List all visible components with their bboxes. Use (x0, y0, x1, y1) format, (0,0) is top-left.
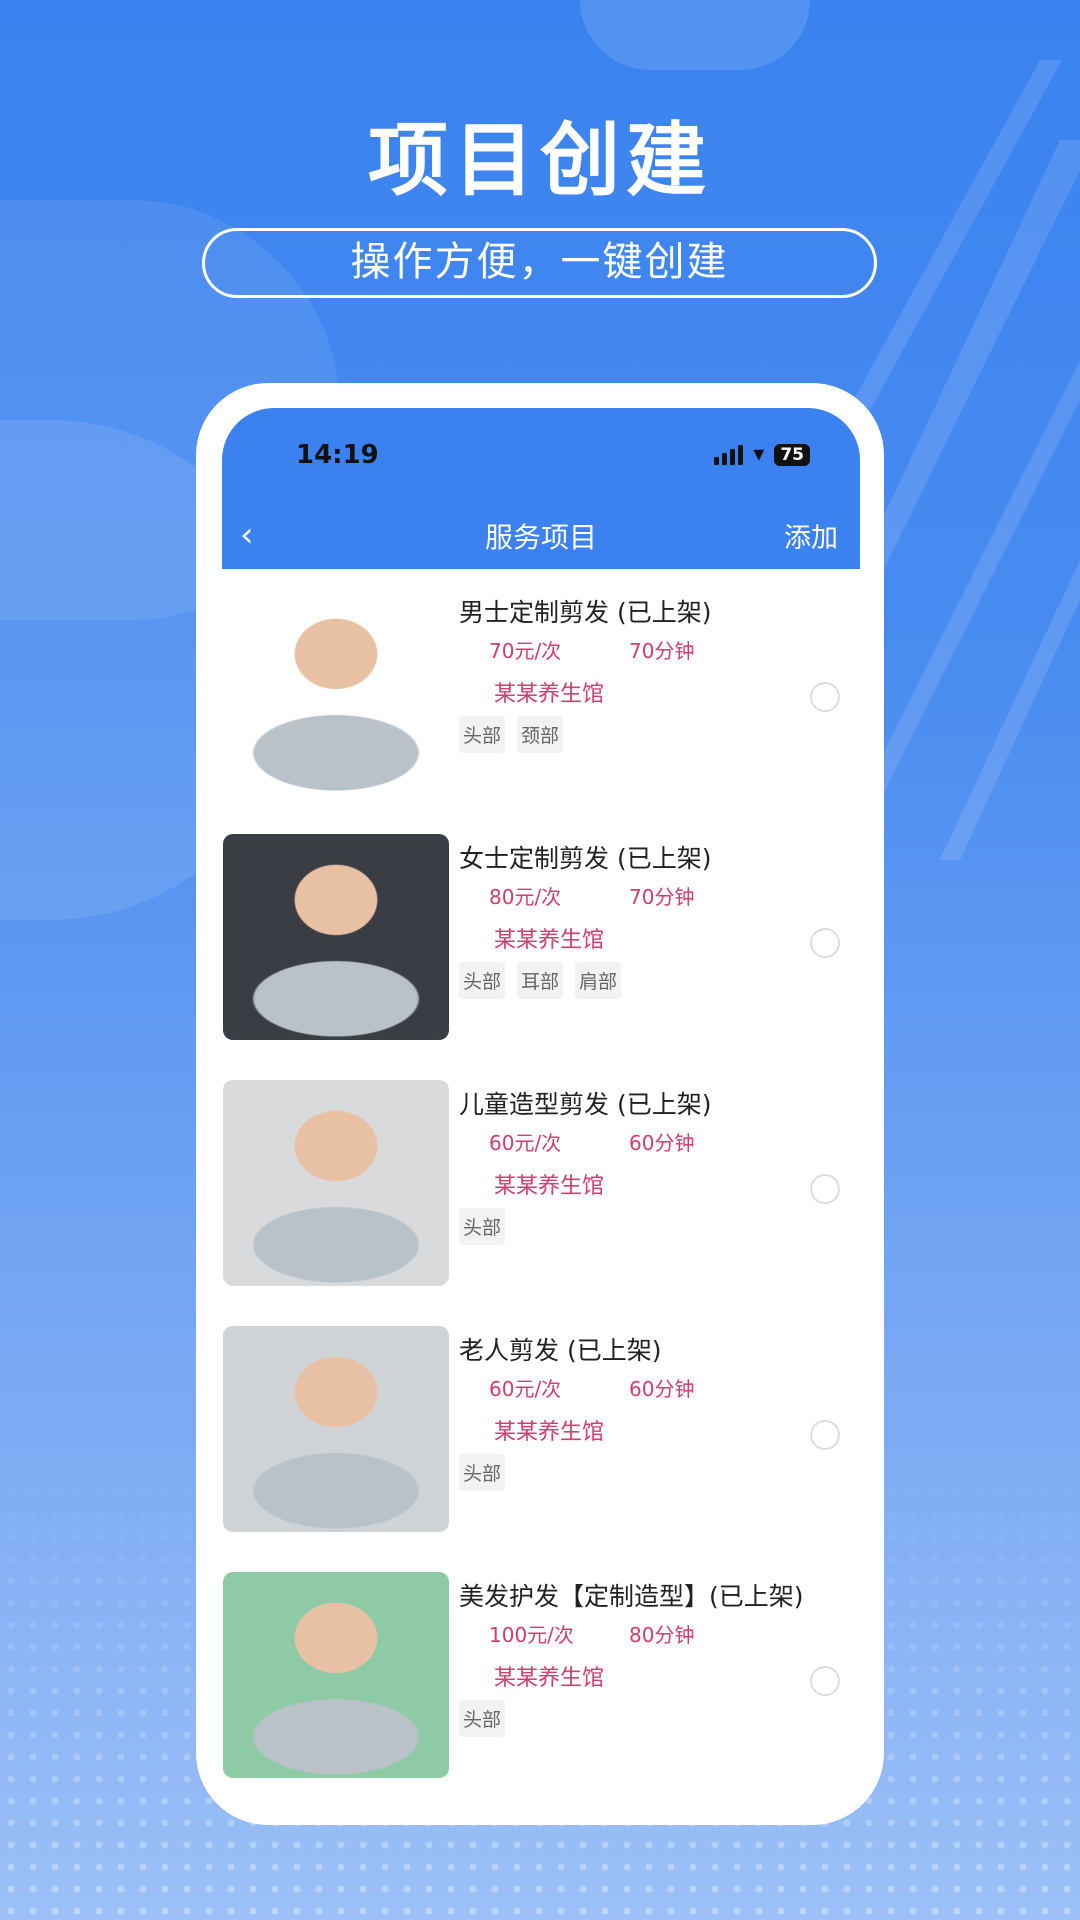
service-store: 某某养生馆 (494, 682, 605, 707)
service-title: 美发护发【定制造型】(已上架) (459, 1582, 804, 1611)
select-radio[interactable] (810, 928, 840, 958)
signal-icon (714, 444, 744, 465)
service-price: 80元/次 (489, 885, 562, 909)
service-tags: 头部 (459, 1208, 506, 1245)
service-list: 男士定制剪发 (已上架) 70元/次 70分钟 某某养生馆 头部 颈部 女士定制剪… (222, 569, 860, 1799)
service-price: 100元/次 (489, 1623, 574, 1647)
service-tags: 头部 颈部 (459, 716, 564, 753)
add-button[interactable]: 添加 (784, 516, 838, 555)
tag: 头部 (459, 962, 506, 999)
service-duration: 70分钟 (629, 639, 695, 663)
phone-screen: 14:19 ▾ 75 ‹ 服务项目 添加 男士定制剪发 (已上架) 70元/次 … (222, 408, 860, 1808)
list-item[interactable]: 女士定制剪发 (已上架) 80元/次 70分钟 某某养生馆 头部 耳部 肩部 (222, 815, 860, 1061)
list-item[interactable]: 儿童造型剪发 (已上架) 60元/次 60分钟 某某养生馆 头部 (222, 1061, 860, 1307)
service-store: 某某养生馆 (494, 1420, 605, 1445)
tag: 头部 (459, 1454, 506, 1491)
service-price: 60元/次 (489, 1131, 562, 1155)
service-title: 男士定制剪发 (已上架) (459, 598, 712, 627)
select-radio[interactable] (810, 1666, 840, 1696)
service-image (223, 1572, 449, 1778)
page-title: 服务项目 (484, 521, 597, 554)
service-store: 某某养生馆 (494, 1666, 605, 1691)
bg-stripe (860, 360, 1080, 800)
service-duration: 80分钟 (629, 1623, 695, 1647)
service-title: 老人剪发 (已上架) (459, 1336, 662, 1365)
list-item[interactable]: 男士定制剪发 (已上架) 70元/次 70分钟 某某养生馆 头部 颈部 (222, 569, 860, 815)
battery-icon: 75 (774, 443, 810, 466)
service-image (223, 588, 449, 794)
service-title: 儿童造型剪发 (已上架) (459, 1090, 712, 1119)
service-tags: 头部 (459, 1454, 506, 1491)
service-image (223, 1326, 449, 1532)
service-duration: 60分钟 (629, 1131, 695, 1155)
phone-frame: 14:19 ▾ 75 ‹ 服务项目 添加 男士定制剪发 (已上架) 70元/次 … (196, 383, 884, 1825)
tag: 头部 (459, 1700, 506, 1737)
service-image (223, 1080, 449, 1286)
tag: 头部 (459, 1208, 506, 1245)
tag: 头部 (459, 716, 506, 753)
select-radio[interactable] (810, 1420, 840, 1450)
service-tags: 头部 耳部 肩部 (459, 962, 622, 999)
list-item[interactable]: 美发护发【定制造型】(已上架) 100元/次 80分钟 某某养生馆 头部 (222, 1553, 860, 1799)
status-icons: ▾ 75 (714, 442, 810, 467)
service-title: 女士定制剪发 (已上架) (459, 844, 712, 873)
hero-subtitle: 操作方便，一键创建 (202, 228, 877, 298)
service-duration: 60分钟 (629, 1377, 695, 1401)
service-store: 某某养生馆 (494, 1174, 605, 1199)
service-tags: 头部 (459, 1700, 506, 1737)
tag: 颈部 (517, 716, 564, 753)
service-duration: 70分钟 (629, 885, 695, 909)
tag: 耳部 (517, 962, 564, 999)
select-radio[interactable] (810, 682, 840, 712)
service-price: 70元/次 (489, 639, 562, 663)
tag: 肩部 (575, 962, 622, 999)
app-header: 14:19 ▾ 75 ‹ 服务项目 添加 (222, 408, 860, 569)
service-image (223, 834, 449, 1040)
status-time: 14:19 (296, 440, 379, 470)
select-radio[interactable] (810, 1174, 840, 1204)
wifi-icon: ▾ (753, 442, 765, 467)
service-store: 某某养生馆 (494, 928, 605, 953)
list-item[interactable]: 老人剪发 (已上架) 60元/次 60分钟 某某养生馆 头部 (222, 1307, 860, 1553)
service-price: 60元/次 (489, 1377, 562, 1401)
hero-title: 项目创建 (368, 114, 712, 207)
